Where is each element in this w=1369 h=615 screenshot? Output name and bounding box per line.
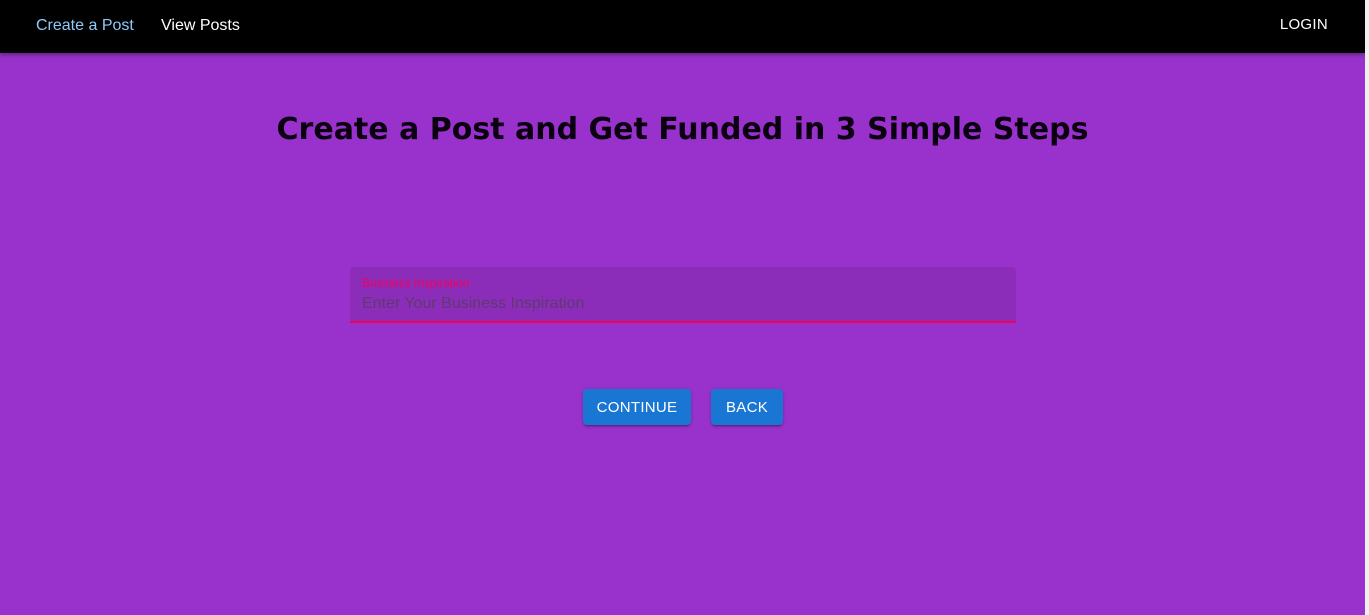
- business-inspiration-field[interactable]: Business Inspiration: [350, 267, 1016, 323]
- page-title: Create a Post and Get Funded in 3 Simple…: [276, 112, 1089, 147]
- login-button[interactable]: LOGIN: [1276, 14, 1332, 35]
- back-button[interactable]: BACK: [711, 389, 783, 425]
- nav-link-create-post[interactable]: Create a Post: [36, 16, 134, 36]
- business-inspiration-label: Business Inspiration: [362, 276, 470, 290]
- business-inspiration-input[interactable]: [362, 293, 1002, 315]
- page-scrollbar[interactable]: [1365, 0, 1369, 615]
- top-navbar: Create a Post View Posts LOGIN: [0, 0, 1365, 53]
- continue-button[interactable]: CONTINUE: [583, 389, 691, 425]
- nav-link-view-posts[interactable]: View Posts: [161, 16, 240, 36]
